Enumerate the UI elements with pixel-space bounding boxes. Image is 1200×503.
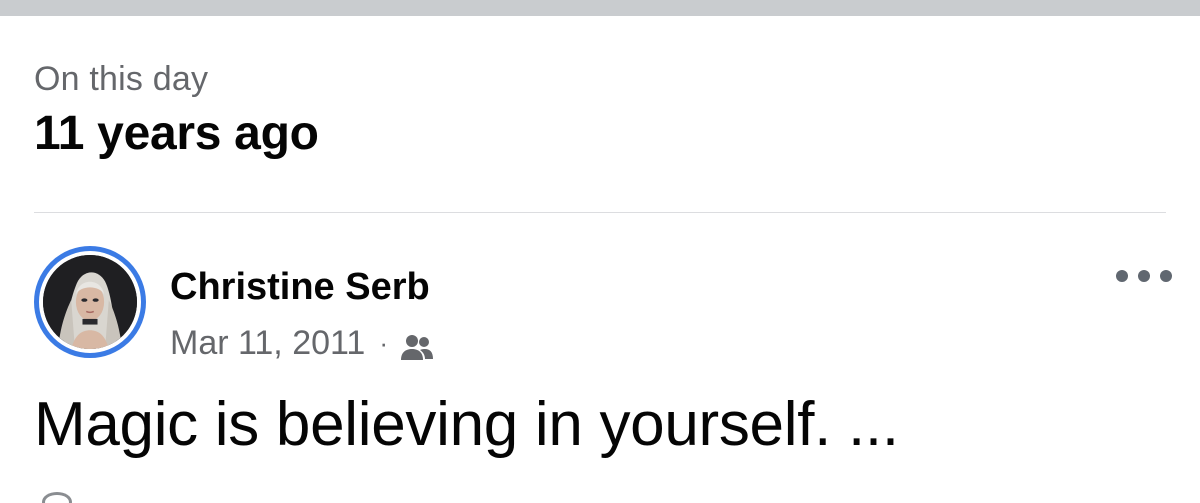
top-divider-strip: [0, 0, 1200, 16]
friends-audience-icon[interactable]: [400, 329, 434, 360]
more-options-button[interactable]: [1116, 262, 1172, 290]
memory-time-ago: 11 years ago: [34, 107, 319, 160]
memory-label: On this day: [34, 60, 209, 98]
memory-card: On this day 11 years ago Christine Serb …: [0, 0, 1200, 503]
more-options-dot: [1138, 270, 1150, 282]
meta-separator: ·: [379, 328, 388, 358]
partial-next-icon: [42, 492, 72, 503]
avatar-portrait-image: [43, 255, 137, 349]
author-name[interactable]: Christine Serb: [170, 264, 430, 310]
post-text[interactable]: Magic is believing in yourself. ...: [34, 388, 899, 462]
author-avatar[interactable]: [34, 246, 146, 358]
memory-header: On this day 11 years ago: [34, 58, 319, 162]
post-date[interactable]: Mar 11, 2011: [170, 322, 365, 364]
more-options-dot: [1160, 270, 1172, 282]
more-options-icon: [1116, 270, 1128, 282]
avatar-photo: [43, 255, 137, 349]
section-divider: [34, 212, 1166, 213]
post-meta: Mar 11, 2011 ·: [170, 322, 434, 364]
